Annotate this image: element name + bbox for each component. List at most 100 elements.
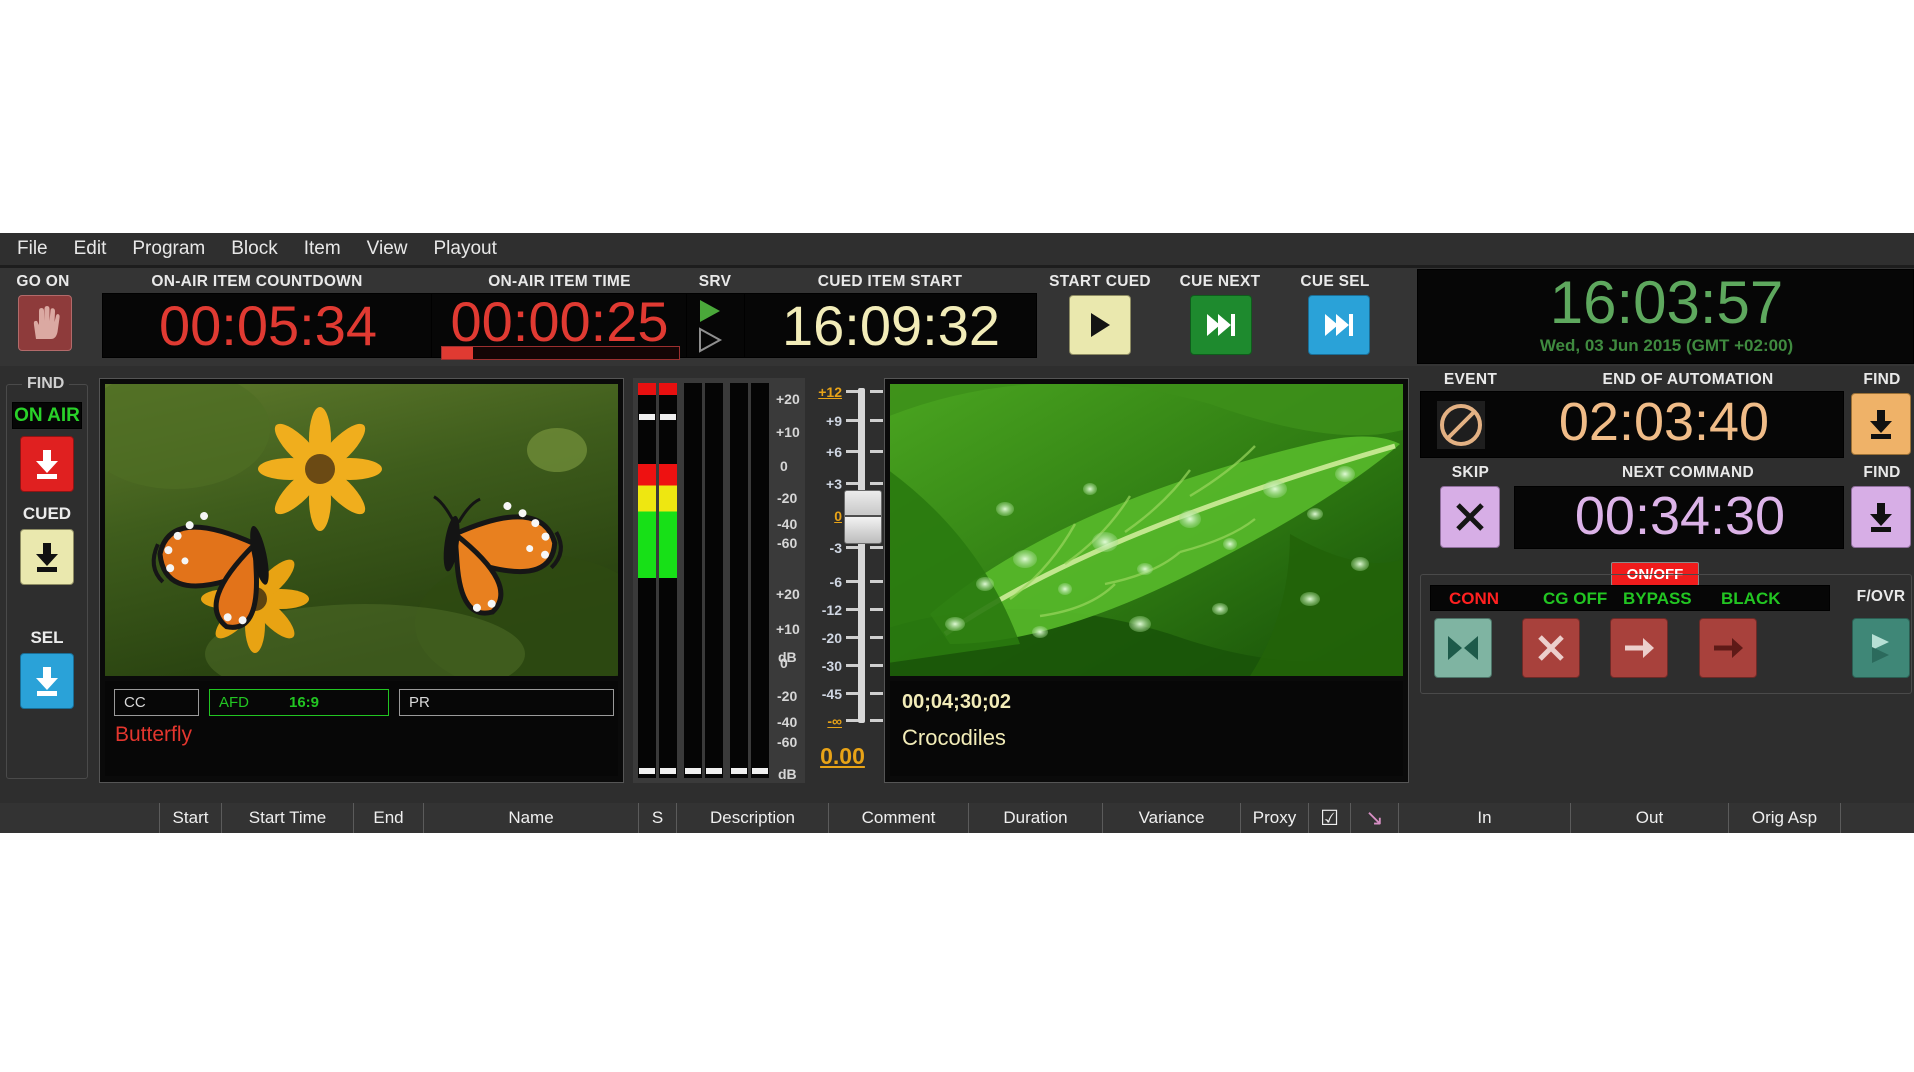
menu-item-item[interactable]: Item xyxy=(291,236,354,262)
table-col-variance[interactable]: Variance xyxy=(1103,803,1241,833)
on-air-countdown-display: 00:05:34 xyxy=(102,293,432,358)
next-command-display: 00:34:30 xyxy=(1514,486,1844,549)
fader-knob[interactable] xyxy=(844,490,882,544)
srv-status-icons xyxy=(699,300,723,353)
fader-scale-tick: -20 xyxy=(821,630,842,646)
meter-scale-tick: 0 xyxy=(780,655,788,671)
on-air-countdown-value: 00:05:34 xyxy=(159,294,377,357)
event-status-icon-wrap xyxy=(1437,401,1485,449)
afd-tag-label: AFD xyxy=(219,694,249,711)
table-col-description[interactable]: Description xyxy=(677,803,829,833)
table-col-out[interactable]: Out xyxy=(1571,803,1729,833)
preview-video-thumbnail[interactable] xyxy=(890,384,1403,676)
wall-clock-display: 16:03:57 Wed, 03 Jun 2015 (GMT +02:00) xyxy=(1417,269,1914,364)
skip-label: SKIP xyxy=(1451,464,1490,481)
fader-scale-tick: -3 xyxy=(829,540,842,556)
fader-track[interactable] xyxy=(858,388,865,723)
fovr-label: F/OVR xyxy=(1856,588,1906,605)
find-on-air-button[interactable] xyxy=(20,436,74,492)
table-col-orig-asp[interactable]: Orig Asp xyxy=(1729,803,1841,833)
table-col-blank[interactable] xyxy=(0,803,160,833)
fader-scale-tick: +12 xyxy=(818,384,842,400)
playlist-table-body[interactable] xyxy=(0,833,1914,866)
meter-scale-tick: -40 xyxy=(777,714,798,730)
menu-item-playout[interactable]: Playout xyxy=(421,236,510,262)
menu-item-file[interactable]: File xyxy=(4,236,61,262)
menu-item-program[interactable]: Program xyxy=(119,236,218,262)
preview-info-bar: 00;04;30;02 Crocodiles xyxy=(890,681,1403,776)
download-arrow-icon xyxy=(36,450,58,479)
fader-scale-tick: -30 xyxy=(821,658,842,674)
menu-item-block[interactable]: Block xyxy=(218,236,290,262)
table-col-proxy[interactable]: Proxy xyxy=(1241,803,1309,833)
pr-tag[interactable]: PR xyxy=(399,689,614,716)
menu-item-edit[interactable]: Edit xyxy=(61,236,120,262)
table-col-arrow[interactable]: ↘ xyxy=(1351,803,1399,833)
go-on-button[interactable] xyxy=(18,295,72,351)
preview-timecode: 00;04;30;02 xyxy=(902,691,1011,713)
wall-clock-time: 16:03:57 xyxy=(1549,269,1784,336)
find-end-of-automation-button[interactable] xyxy=(1851,393,1911,455)
no-entry-icon xyxy=(1440,404,1482,446)
fovr-button[interactable] xyxy=(1852,618,1910,678)
table-col-name[interactable]: Name xyxy=(424,803,639,833)
playlist-table-header: Start Start Time End Name S Description … xyxy=(0,803,1914,833)
cue-next-button[interactable] xyxy=(1190,295,1252,355)
srv-display xyxy=(687,293,745,358)
fader-scale-tick: +3 xyxy=(826,476,842,492)
black-button[interactable] xyxy=(1699,618,1757,678)
on-air-item-progress-bar xyxy=(441,346,680,360)
meter-scale-tick: +20 xyxy=(776,391,800,407)
download-arrow-icon xyxy=(1870,503,1892,532)
cued-item-start-label: CUED ITEM START xyxy=(817,273,963,290)
on-air-video-thumbnail[interactable] xyxy=(105,384,618,676)
cg-off-button[interactable] xyxy=(1522,618,1580,678)
play-triangle-filled-icon xyxy=(700,300,720,322)
find-sel-button[interactable] xyxy=(20,653,74,709)
skip-button[interactable] xyxy=(1440,486,1500,548)
on-air-player-panel: CC AFD 16:9 PR Butterfly xyxy=(99,378,624,783)
meter-scale-tick: -20 xyxy=(777,688,798,704)
bypass-button[interactable] xyxy=(1610,618,1668,678)
meter-channel-11 xyxy=(730,578,748,778)
table-col-trailing[interactable] xyxy=(1841,803,1914,833)
automation-panel: EVENT END OF AUTOMATION FIND 02:03:40 SK… xyxy=(1418,366,1914,803)
play-icon xyxy=(1091,313,1110,337)
afd-tag[interactable]: AFD 16:9 xyxy=(209,689,389,716)
table-col-in[interactable]: In xyxy=(1399,803,1571,833)
find-next-command-button[interactable] xyxy=(1851,486,1911,548)
table-col-start-time[interactable]: Start Time xyxy=(222,803,354,833)
cue-sel-button[interactable] xyxy=(1308,295,1370,355)
meter-scale-tick: +10 xyxy=(776,621,800,637)
table-col-end[interactable]: End xyxy=(354,803,424,833)
table-col-duration[interactable]: Duration xyxy=(969,803,1103,833)
arrow-right-light-icon xyxy=(1625,638,1654,658)
meter-scale-tick: -60 xyxy=(777,734,798,750)
srv-label: SRV xyxy=(698,273,732,290)
table-col-comment[interactable]: Comment xyxy=(829,803,969,833)
menu-item-view[interactable]: View xyxy=(354,236,421,262)
table-col-checkbox[interactable]: ☑ xyxy=(1309,803,1351,833)
meter-scale-tick: +10 xyxy=(776,424,800,440)
find-end-label: FIND xyxy=(1863,371,1901,388)
find-next-label: FIND xyxy=(1863,464,1901,481)
next-command-value: 00:34:30 xyxy=(1574,486,1786,546)
meter-hold-marker xyxy=(639,414,655,420)
start-cued-button[interactable] xyxy=(1069,295,1131,355)
conn-button[interactable] xyxy=(1434,618,1492,678)
find-cued-button[interactable] xyxy=(20,529,74,585)
close-x-icon xyxy=(1538,635,1564,661)
sel-label: SEL xyxy=(30,628,64,647)
table-col-s[interactable]: S xyxy=(639,803,677,833)
meter-peak-hold xyxy=(638,383,656,395)
download-arrow-icon xyxy=(1870,410,1892,439)
on-air-indicator-label: ON AIR xyxy=(14,404,80,426)
on-air-indicator: ON AIR xyxy=(12,402,82,429)
cued-item-start-value: 16:09:32 xyxy=(782,294,1000,357)
close-x-icon xyxy=(1456,503,1484,531)
fader-scale-tick: +6 xyxy=(826,444,842,460)
table-col-start[interactable]: Start xyxy=(160,803,222,833)
download-arrow-icon xyxy=(36,543,58,572)
cc-tag[interactable]: CC xyxy=(114,689,199,716)
meter-peak-hold xyxy=(659,383,677,395)
